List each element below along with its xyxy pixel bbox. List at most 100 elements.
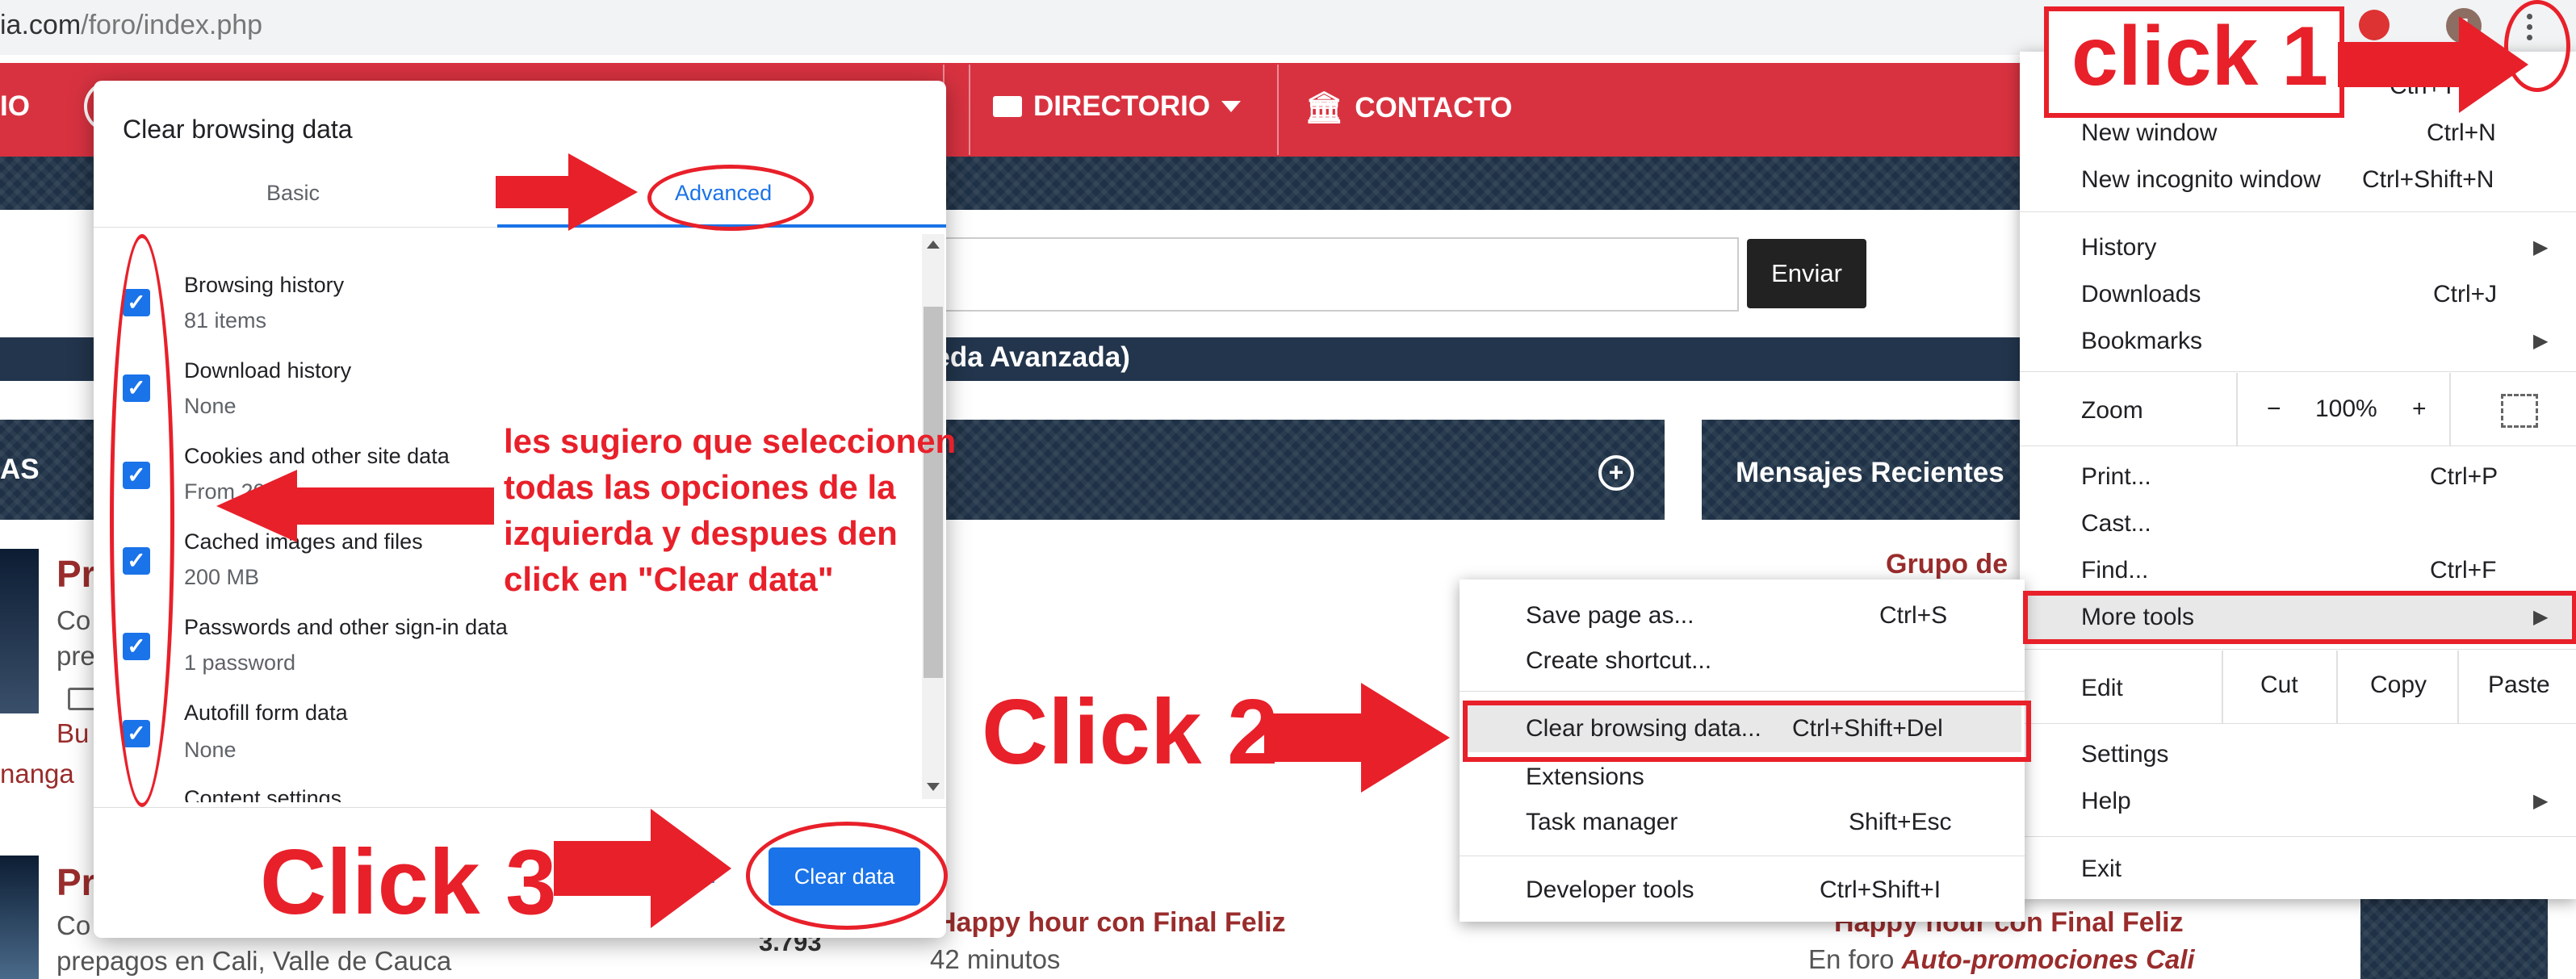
- cut-button[interactable]: Cut: [2260, 671, 2298, 699]
- folder-icon: [993, 96, 1022, 117]
- post-excerpt: Co: [57, 605, 91, 635]
- menu-divider: [2020, 836, 2576, 837]
- post-forum-link[interactable]: Bu: [57, 718, 89, 749]
- zoom-divider: [2449, 373, 2451, 446]
- shortcut: Ctrl+J: [2433, 281, 2498, 308]
- scroll-up-icon[interactable]: [927, 241, 940, 249]
- side-decoration: [2360, 888, 2548, 979]
- menu-exit[interactable]: Exit: [2081, 856, 2122, 883]
- folder-outline-icon: [68, 688, 97, 710]
- note-arrow: [216, 470, 494, 542]
- content-settings-item[interactable]: Content settings: [184, 786, 341, 802]
- scroll-down-icon[interactable]: [927, 783, 940, 791]
- menu-new-incognito[interactable]: New incognito window: [2081, 166, 2321, 194]
- item-subtitle: 1 password: [184, 651, 296, 675]
- note-line: todas las opciones de la: [504, 468, 896, 506]
- item-title: Browsing history: [184, 273, 345, 297]
- zoom-out-button[interactable]: −: [2267, 395, 2281, 423]
- copy-button[interactable]: Copy: [2370, 671, 2427, 699]
- item-title: Download history: [184, 358, 352, 383]
- edit-divider: [2457, 651, 2459, 723]
- item-subtitle: 81 items: [184, 308, 267, 333]
- submenu-arrow-icon: ▶: [2533, 236, 2549, 258]
- item-subtitle: None: [184, 738, 237, 762]
- right-panel-title: Mensajes Recientes: [1736, 457, 2004, 488]
- menu-find[interactable]: Find...: [2081, 557, 2148, 584]
- instruction-note: les sugiero que seleccionen todas las op…: [504, 418, 956, 602]
- menu-new-window[interactable]: New window: [2081, 119, 2217, 147]
- zoom-in-button[interactable]: +: [2412, 395, 2427, 423]
- more-tools-highlight-box: [2023, 591, 2576, 644]
- note-line: les sugiero que seleccionen: [504, 422, 957, 460]
- menu-task-manager[interactable]: Task manager: [1526, 809, 1678, 836]
- menu-divider: [2020, 211, 2576, 212]
- shortcut: Ctrl+F: [2430, 557, 2497, 584]
- click3-label: Click 3: [260, 831, 557, 934]
- menu-history[interactable]: History: [2081, 234, 2156, 261]
- menu-save-page[interactable]: Save page as...: [1526, 602, 1694, 630]
- nav-divider: [969, 65, 970, 155]
- item-title: Cookies and other site data: [184, 444, 450, 468]
- post-title[interactable]: Pr: [57, 860, 96, 904]
- menu-icon-circle: [2504, 0, 2570, 92]
- menu-settings[interactable]: Settings: [2081, 741, 2168, 768]
- menu-extensions[interactable]: Extensions: [1526, 764, 1644, 791]
- click1-arrow: [2338, 16, 2528, 113]
- enviar-button[interactable]: Enviar: [1747, 239, 1866, 308]
- nav-item-inicio[interactable]: IO: [0, 90, 30, 123]
- note-line: izquierda y despues den: [504, 514, 898, 552]
- shortcut: Ctrl+P: [2430, 463, 2499, 490]
- post-title[interactable]: Pr: [57, 552, 96, 596]
- shortcut: Ctrl+Shift+N: [2362, 166, 2494, 193]
- clear-data-circle: [746, 822, 948, 930]
- menu-downloads[interactable]: Downloads: [2081, 281, 2201, 308]
- menu-create-shortcut[interactable]: Create shortcut...: [1526, 647, 1711, 675]
- add-circle-icon[interactable]: +: [1598, 455, 1634, 491]
- zoom-divider: [2236, 373, 2238, 446]
- item-subtitle: 200 MB: [184, 565, 260, 589]
- nav-item-directorio[interactable]: DIRECTORIO: [993, 90, 1242, 123]
- advanced-tab-circle: [647, 165, 814, 231]
- menu-divider: [2020, 371, 2576, 372]
- clear-browsing-highlight-box: [1463, 701, 2031, 762]
- click3-arrow: [554, 809, 731, 928]
- post-author[interactable]: nanga: [0, 759, 74, 789]
- zoom-level: 100%: [2315, 395, 2377, 422]
- paste-button[interactable]: Paste: [2488, 671, 2550, 699]
- menu-edit: Edit: [2081, 675, 2123, 701]
- edit-divider: [2336, 651, 2338, 723]
- search-input[interactable]: [920, 237, 1739, 312]
- nav-item-contacto[interactable]: 🏛 CONTACTO: [1305, 90, 1512, 126]
- menu-divider: [2020, 649, 2576, 650]
- recent-post-title[interactable]: Happy hour con Final Feliz: [936, 907, 1286, 939]
- post-excerpt: pre: [57, 641, 95, 671]
- left-panel-title: AS: [0, 454, 40, 485]
- group-title[interactable]: Grupo de: [1886, 549, 2008, 580]
- recent-post-forum: En foro Auto-promociones Cali: [1808, 944, 2195, 974]
- post-thumbnail[interactable]: [0, 856, 39, 979]
- edit-divider: [2222, 651, 2223, 723]
- menu-bookmarks[interactable]: Bookmarks: [2081, 328, 2202, 355]
- post-thumbnail[interactable]: [0, 549, 39, 713]
- menu-divider: [2020, 723, 2576, 724]
- caret-down-icon: [1221, 101, 1242, 112]
- tab-basic[interactable]: Basic: [266, 181, 320, 206]
- bank-icon: 🏛: [1305, 91, 1344, 125]
- advanced-search-link[interactable]: ueda Avanzada): [917, 341, 1130, 374]
- click1-label: click 1: [2071, 10, 2329, 103]
- item-title: Autofill form data: [184, 701, 348, 725]
- menu-print[interactable]: Print...: [2081, 463, 2151, 491]
- shortcut: Ctrl+Shift+I: [1820, 876, 1941, 903]
- menu-zoom: Zoom: [2081, 397, 2143, 424]
- fullscreen-icon[interactable]: [2501, 394, 2538, 428]
- dialog-title: Clear browsing data: [123, 115, 353, 144]
- menu-divider: [1460, 691, 2025, 692]
- checkboxes-ellipse: [110, 234, 174, 807]
- submenu-arrow-icon: ▶: [2533, 330, 2549, 352]
- menu-developer-tools[interactable]: Developer tools: [1526, 876, 1694, 904]
- menu-cast[interactable]: Cast...: [2081, 510, 2151, 538]
- url-text[interactable]: ia.com/foro/index.php: [0, 10, 262, 41]
- click2-arrow: [1264, 683, 1450, 793]
- item-title: Passwords and other sign-in data: [184, 615, 508, 639]
- menu-help[interactable]: Help: [2081, 788, 2131, 815]
